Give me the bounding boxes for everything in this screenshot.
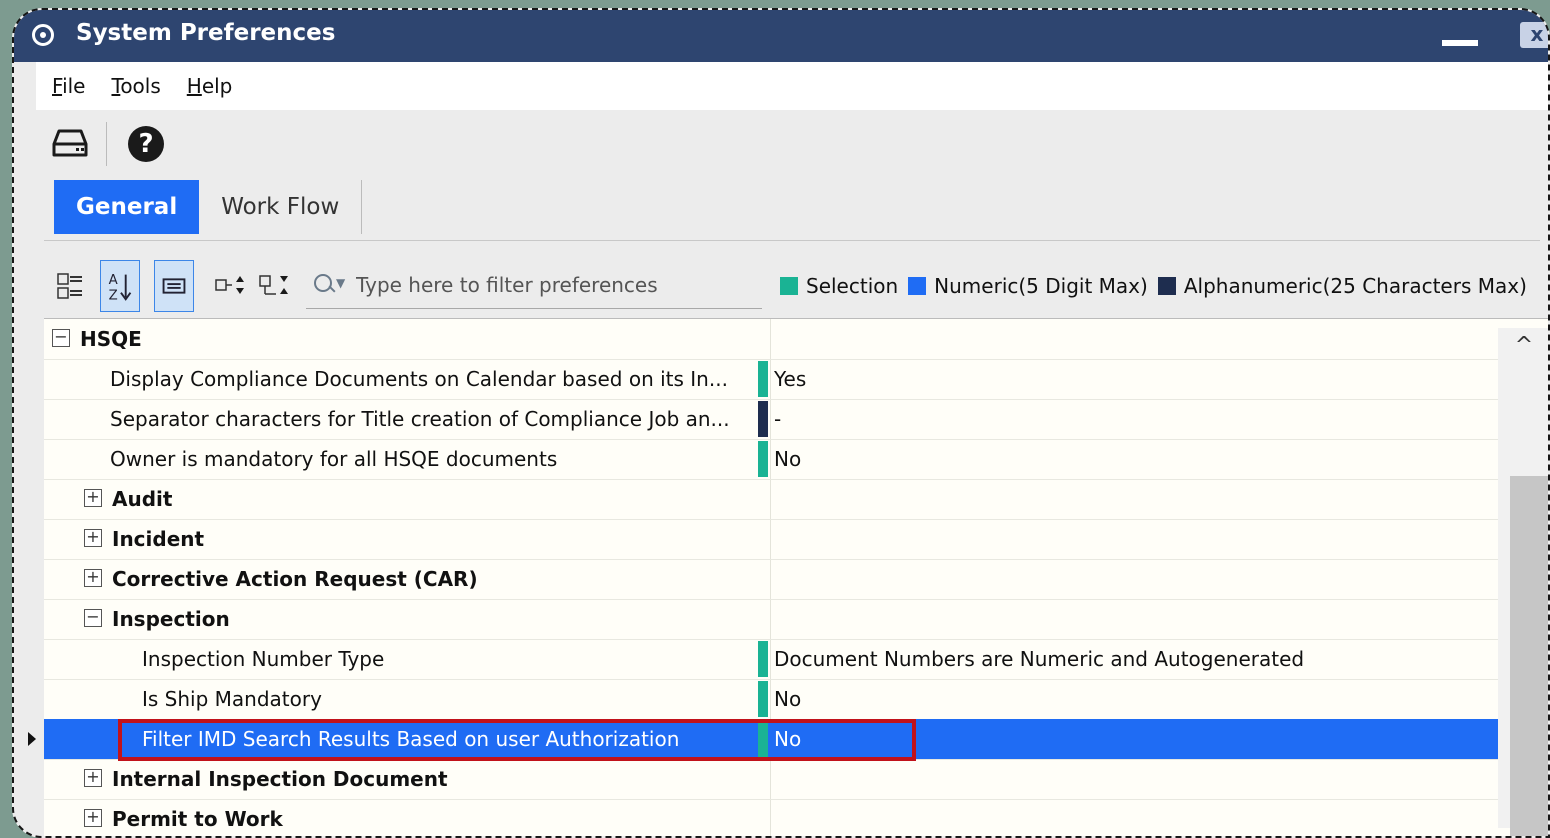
group-row-inspection[interactable]: − Inspection — [44, 599, 1498, 640]
toolbar: ? — [36, 110, 1548, 180]
categorized-view-icon[interactable] — [50, 260, 90, 312]
close-button[interactable]: x — [1520, 22, 1548, 48]
tab-strip: General Work Flow — [54, 180, 363, 236]
menu-file[interactable]: File — [52, 74, 85, 98]
filter-search-box[interactable]: ▼ — [306, 262, 762, 309]
scroll-up-chevron-icon[interactable]: ^ — [1514, 335, 1534, 357]
legend-swatch-alphanumeric — [1157, 277, 1176, 295]
group-row-hsqe[interactable]: − HSQE — [44, 319, 1498, 360]
group-row-internal-inspection-document[interactable]: + Internal Inspection Document — [44, 759, 1498, 800]
menu-tools[interactable]: Tools — [111, 74, 160, 98]
legend-label-alphanumeric: Alphanumeric(25 Characters Max) — [1183, 274, 1527, 298]
system-preferences-window: System Preferences x File Tools Help ? G… — [12, 8, 1550, 838]
group-label: Inspection — [112, 607, 230, 631]
expand-icon[interactable]: + — [84, 489, 102, 507]
tab-divider — [44, 240, 1540, 241]
group-row-audit[interactable]: + Audit — [44, 479, 1498, 520]
preference-name: Inspection Number Type — [142, 647, 385, 671]
preference-name: Owner is mandatory for all HSQE document… — [110, 447, 558, 471]
menu-bar: File Tools Help — [36, 62, 1548, 110]
selection-type-marker — [758, 641, 768, 677]
preference-value[interactable]: Yes — [774, 359, 806, 399]
title-bar: System Preferences x — [14, 10, 1548, 62]
preference-row[interactable]: Inspection Number Type Document Numbers … — [44, 639, 1498, 680]
preference-name: Separator characters for Title creation … — [110, 407, 730, 431]
property-pages-icon[interactable] — [154, 260, 194, 312]
group-label: Internal Inspection Document — [112, 767, 448, 791]
group-label: Audit — [112, 487, 173, 511]
preference-row[interactable]: Owner is mandatory for all HSQE document… — [44, 439, 1498, 480]
menu-help[interactable]: Help — [187, 74, 233, 98]
legend-swatch-numeric — [908, 277, 927, 295]
svg-text:A: A — [109, 273, 118, 288]
toolbar-separator — [106, 122, 107, 166]
expand-icon[interactable]: + — [84, 569, 102, 587]
group-row-permit-to-work[interactable]: + Permit to Work — [44, 799, 1498, 836]
selection-type-marker — [758, 361, 768, 397]
vertical-scrollbar[interactable]: ^ — [1498, 328, 1548, 836]
sort-alphabetical-icon[interactable]: A Z — [100, 260, 140, 312]
group-label: Permit to Work — [112, 807, 283, 831]
value-type-legend: Selection Numeric(5 Digit Max) Alphanume… — [770, 274, 1527, 298]
group-label: Corrective Action Request (CAR) — [112, 567, 478, 591]
filter-bar: A Z ▼ Selecti — [44, 250, 1548, 320]
svg-text:Z: Z — [109, 288, 118, 303]
preference-name: Is Ship Mandatory — [142, 687, 322, 711]
legend-label-selection: Selection — [806, 274, 899, 298]
current-row-pointer-icon — [28, 732, 36, 746]
expand-icon[interactable]: + — [84, 769, 102, 787]
selection-type-marker — [758, 681, 768, 717]
group-row-incident[interactable]: + Incident — [44, 519, 1498, 560]
legend-swatch-selection — [780, 277, 798, 295]
legend-label-numeric: Numeric(5 Digit Max) — [934, 274, 1148, 298]
help-icon[interactable]: ? — [128, 126, 164, 162]
collapse-icon[interactable]: − — [52, 329, 70, 347]
expand-icon[interactable]: + — [84, 809, 102, 827]
preference-row[interactable]: Display Compliance Documents on Calendar… — [44, 359, 1498, 400]
preference-value[interactable]: - — [774, 399, 781, 439]
preference-value[interactable]: No — [774, 439, 801, 479]
collapse-icon[interactable]: − — [84, 609, 102, 627]
preference-row[interactable]: Separator characters for Title creation … — [44, 399, 1498, 440]
window-title: System Preferences — [76, 20, 336, 46]
filter-preferences-input[interactable] — [354, 268, 758, 302]
save-drive-icon[interactable] — [52, 128, 88, 158]
expand-icon[interactable]: + — [84, 529, 102, 547]
group-label: HSQE — [80, 327, 142, 351]
selection-type-marker — [758, 441, 768, 477]
group-label: Incident — [112, 527, 205, 551]
search-options-chevron-down-icon[interactable]: ▼ — [336, 276, 345, 290]
annotation-highlight-box — [118, 719, 916, 761]
expand-all-icon[interactable] — [210, 260, 250, 312]
collapse-all-icon[interactable] — [254, 260, 294, 312]
app-icon — [32, 24, 54, 46]
preference-row[interactable]: Is Ship Mandatory No — [44, 679, 1498, 720]
minimize-button[interactable] — [1442, 40, 1478, 46]
scroll-thumb[interactable] — [1510, 476, 1548, 836]
preference-value[interactable]: Document Numbers are Numeric and Autogen… — [774, 639, 1304, 679]
tab-general[interactable]: General — [54, 180, 200, 234]
group-row-car[interactable]: + Corrective Action Request (CAR) — [44, 559, 1498, 600]
search-icon — [314, 274, 332, 292]
preference-name: Display Compliance Documents on Calendar… — [110, 367, 728, 391]
preference-value[interactable]: No — [774, 679, 801, 719]
tab-work-flow[interactable]: Work Flow — [199, 180, 363, 234]
alphanumeric-type-marker — [758, 401, 768, 437]
